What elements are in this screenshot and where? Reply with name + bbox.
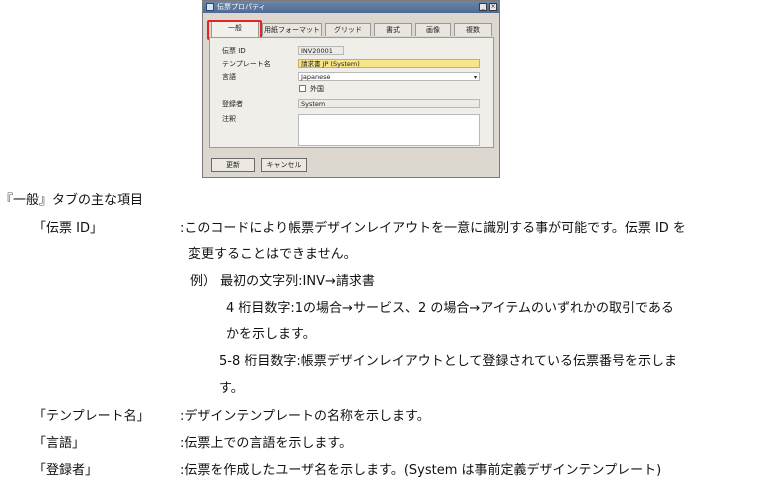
tab-image[interactable]: 画像: [415, 23, 451, 36]
desc-registrant: :伝票を作成したユーザ名を示します。(System は事前定義デザインテンプレー…: [180, 463, 662, 478]
app-icon: [206, 3, 214, 11]
properties-dialog: 伝票プロパティ _ × 一般 用紙フォーマット グリッド 書式 画像 複数 伝票…: [202, 0, 500, 178]
desc-language: :伝票上での言語を示します。: [180, 436, 353, 451]
foreign-checkbox[interactable]: [299, 85, 306, 92]
remarks-textarea[interactable]: [298, 114, 480, 146]
registrant-label: 登録者: [222, 100, 243, 108]
section-heading: 『一般』タブの主な項目: [0, 193, 144, 208]
chevron-down-icon: ▾: [473, 74, 477, 81]
example-line3a: 5-8 桁目数字:帳票デザインレイアウトとして登録されている伝票番号を示しま: [219, 354, 677, 369]
tab-format[interactable]: 書式: [374, 23, 412, 36]
term-language: 「言語」: [33, 436, 86, 451]
example-line2a: 4 桁目数字:1の場合→サービス、2 の場合→アイテムのいずれかの取引である: [226, 301, 674, 316]
language-value: Japanese: [301, 73, 331, 81]
tab-paper-format[interactable]: 用紙フォーマット: [262, 23, 322, 36]
example-line2b: かを示します。: [226, 327, 316, 342]
cancel-button[interactable]: キャンセル: [261, 158, 307, 172]
language-label: 言語: [222, 73, 236, 81]
term-template-name: 「テンプレート名」: [33, 409, 150, 424]
dialog-title: 伝票プロパティ: [217, 3, 266, 11]
foreign-label: 外国: [310, 85, 324, 93]
template-name-label: テンプレート名: [222, 60, 271, 68]
registrant-field: System: [298, 99, 480, 108]
term-slip-id: 「伝票 ID」: [33, 221, 103, 236]
dialog-titlebar: 伝票プロパティ _ ×: [203, 1, 499, 13]
example-line1: 例） 最初の文字列:INV→請求書: [190, 274, 375, 289]
minimize-icon[interactable]: _: [479, 3, 487, 11]
general-tab-panel: 伝票 ID INV20001 テンプレート名 請求書 JP (System) 言…: [209, 37, 494, 148]
example-line3b: す。: [219, 381, 244, 396]
language-select[interactable]: Japanese ▾: [298, 72, 480, 81]
remarks-label: 注釈: [222, 115, 236, 123]
slip-id-field: INV20001: [298, 46, 344, 55]
tab-multiple[interactable]: 複数: [454, 23, 492, 36]
update-button[interactable]: 更新: [211, 158, 255, 172]
slip-id-label: 伝票 ID: [222, 47, 246, 55]
desc-slip-id-line2: 変更することはできません。: [188, 247, 357, 262]
tab-grid[interactable]: グリッド: [325, 23, 371, 36]
desc-template-name: :デザインテンプレートの名称を示します。: [180, 409, 430, 424]
close-icon[interactable]: ×: [489, 3, 497, 11]
term-registrant: 「登録者」: [33, 463, 99, 478]
template-name-field[interactable]: 請求書 JP (System): [298, 59, 480, 68]
desc-slip-id-line1: :このコードにより帳票デザインレイアウトを一意に識別する事が可能です。伝票 ID…: [180, 221, 686, 236]
